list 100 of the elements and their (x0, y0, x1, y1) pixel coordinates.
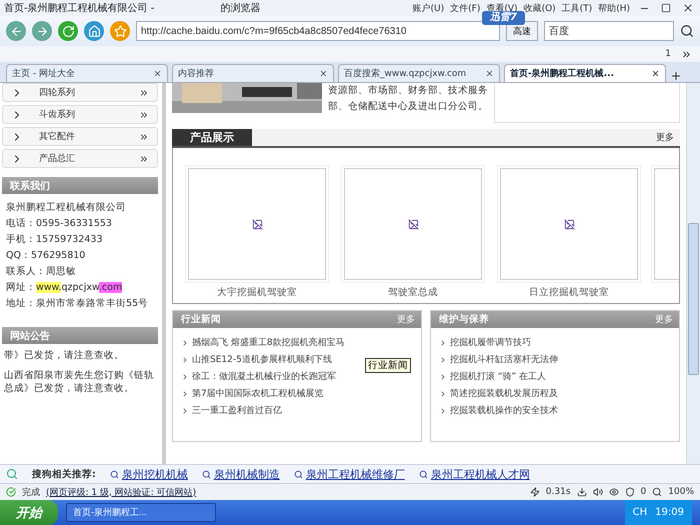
star-icon (114, 24, 126, 38)
product-caption[interactable]: 大宇挖掘机驾驶室 (217, 286, 297, 299)
chevron-icon (139, 110, 149, 120)
category-item[interactable]: 斗齿系列 (2, 105, 158, 124)
chevron-icon (139, 154, 149, 164)
new-tab-icon[interactable] (670, 70, 682, 82)
status-text: 完成 (22, 486, 40, 498)
section-header: 网站公告 (2, 327, 158, 344)
broken-image-icon (564, 218, 574, 230)
recommend-label: 搜狗相关推荐: (32, 468, 96, 480)
tooltip: 行业新闻 (365, 358, 411, 373)
recommend-link[interactable]: 泉州机械制造 (202, 466, 280, 482)
clock: 19:09 (655, 507, 684, 518)
forward-button[interactable] (32, 21, 52, 41)
rating-link[interactable]: (网页评级: 1 级, 网站验证: 可信网站) (46, 486, 196, 498)
close-icon[interactable] (153, 69, 162, 78)
chevron-icon (139, 88, 149, 98)
contact-line: 联系人：周思敏 (5, 265, 77, 278)
chevron-icon (439, 390, 447, 398)
news-link[interactable]: 挖掘机斗杆缸活塞杆无法伸 (439, 353, 558, 366)
scrollbar[interactable] (686, 83, 700, 464)
category-item[interactable]: 其它配件 (2, 127, 158, 146)
news-link[interactable]: 徐工：做混凝土机械行业的长跑冠军 (181, 370, 336, 383)
menu-item[interactable]: 帮助(H) (598, 2, 630, 14)
chevron-icon (139, 132, 149, 142)
news-link[interactable]: 挖掘机履带调节技巧 (439, 336, 531, 349)
download-icon[interactable] (576, 487, 587, 497)
refresh-icon (62, 24, 74, 38)
address-field[interactable]: http://cache.baidu.com/c?m=9f65cb4a8c8507ed4fece76310 (136, 21, 500, 41)
star-button[interactable] (110, 21, 130, 41)
load-time: 0.31s (546, 487, 571, 497)
chevron-icon (181, 406, 189, 414)
news-link[interactable]: 撼烟高飞 熔盛重工8款挖掘机亮相宝马 (181, 336, 345, 349)
browser-tab[interactable]: 首页-泉州鹏程工程机械... (504, 64, 666, 82)
product-caption[interactable]: 驾驶室总成 (388, 286, 438, 299)
home-button[interactable] (84, 21, 104, 41)
refresh-button[interactable] (58, 21, 78, 41)
search-icon (110, 470, 119, 478)
more-link[interactable]: 更多 (650, 129, 680, 146)
notice-text: 山西省阳泉市裴先生您订购《链轨总成》已发货，请注意查收。 (3, 369, 155, 396)
search-icon (202, 470, 211, 478)
close-icon (682, 2, 694, 14)
search-icon (294, 470, 303, 478)
browser-tab[interactable]: 百度搜索_www.qzpcjxw.com (338, 64, 500, 82)
chevron-icon (439, 406, 447, 414)
start-button[interactable]: 开始 (0, 500, 58, 525)
recommend-link[interactable]: 泉州工程机械人才网 (418, 466, 530, 482)
chevron-icon (439, 338, 447, 346)
chevron-icon (439, 356, 447, 364)
menu-item[interactable]: 工具(T) (562, 2, 592, 14)
search-icon (418, 470, 428, 478)
done-icon (6, 487, 16, 497)
close-icon[interactable] (651, 69, 660, 78)
menu-item[interactable]: 账户(U) (412, 2, 444, 14)
taskbar-button[interactable]: 首页-泉州鹏程工... (66, 503, 216, 522)
window-title: 首页-泉州鹏程工程机械有限公司 - (4, 2, 154, 15)
notice-text: 带》已发货，请注意查收。 (3, 349, 125, 363)
chevron-icon (439, 372, 447, 380)
more-icon[interactable] (681, 48, 692, 60)
zoom-icon[interactable] (652, 487, 662, 497)
close-icon[interactable] (319, 69, 328, 78)
chevron-icon (181, 372, 189, 380)
maximize-icon (661, 3, 671, 13)
speed-icon (530, 487, 540, 497)
back-icon (10, 24, 22, 38)
chevron-icon (181, 390, 189, 398)
section-header: 联系我们 (2, 177, 158, 194)
chevron-icon (181, 356, 189, 364)
news-link[interactable]: 三一重工盈利首过百亿 (181, 404, 282, 417)
category-item[interactable]: 四轮系列 (2, 83, 158, 102)
news-link[interactable]: 第7届中国国际农机工程机械展览 (181, 387, 324, 400)
close-icon[interactable] (485, 69, 494, 78)
zoom-level[interactable]: 100% (668, 487, 694, 497)
news-link[interactable]: 简述挖掘装载机发展历程及 (439, 387, 558, 400)
address-line: 地址：泉州市常泰路常丰街55号 (5, 297, 150, 310)
home-icon (88, 24, 100, 38)
eye-icon[interactable] (608, 487, 619, 497)
category-item[interactable]: 产品总汇 (2, 149, 158, 168)
menu-item[interactable]: 文件(F) (450, 2, 480, 14)
news-link[interactable]: 山推SE12-5道机参展样机顺利下线 (181, 353, 332, 366)
shield-icon[interactable] (624, 487, 635, 497)
browser-tab[interactable]: 主页 - 网址大全 (6, 64, 168, 82)
search-icon[interactable] (680, 24, 694, 38)
back-button[interactable] (6, 21, 26, 41)
menu-item[interactable]: 收藏(O) (524, 2, 556, 14)
volume-icon[interactable] (592, 487, 603, 497)
news-link[interactable]: 挖掘装载机操作的安全技术 (439, 404, 558, 417)
tab-count: 1 (665, 49, 671, 59)
app-toast[interactable]: 迅雷7 (482, 11, 525, 25)
news-link[interactable]: 挖掘机打滚 “骑” 在工人 (439, 370, 546, 383)
search-field[interactable]: 百度 (544, 21, 674, 41)
broken-image-icon (408, 218, 418, 230)
recommend-link[interactable]: 泉州工程机械维修厂 (294, 466, 405, 482)
block-count: 0 (640, 487, 646, 497)
contact-line: QQ：576295810 (5, 249, 86, 262)
company-name: 泉州鹏程工程机械有限公司 (5, 201, 127, 214)
contact-line: 手机：15759732433 (5, 233, 104, 246)
product-caption[interactable]: 日立挖掘机驾驶室 (529, 286, 609, 299)
browser-tab[interactable]: 内容推荐 (172, 64, 334, 82)
recommend-link[interactable]: 泉州挖机机械 (110, 466, 188, 482)
